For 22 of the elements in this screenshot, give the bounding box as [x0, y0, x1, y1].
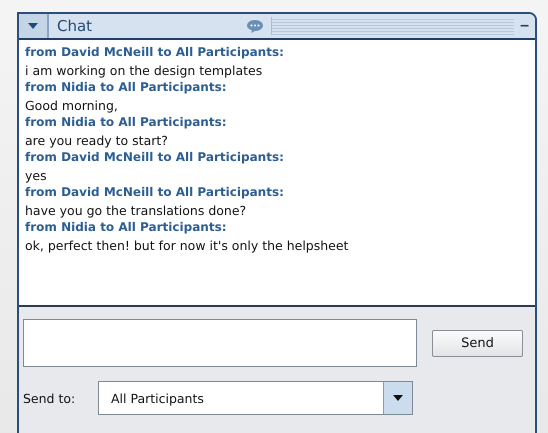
speech-bubble-icon	[247, 20, 263, 32]
message-sender: from Nidia to All Participants:	[25, 219, 228, 236]
collapse-button[interactable]	[19, 14, 49, 38]
message-text: yes	[25, 166, 48, 184]
send-to-label: Send to:	[23, 390, 76, 406]
message-text: have you go the translations done?	[25, 202, 248, 219]
send-button[interactable]: Send	[432, 330, 523, 356]
minimize-button[interactable]: –	[514, 18, 535, 34]
message-text: Good morning,	[25, 96, 119, 114]
message-text: are you ready to start?	[25, 132, 169, 149]
message-text: ok, perfect then! but for now it's only the helpsheet	[25, 236, 350, 254]
message-sender: from David McNeill to All Participants:	[25, 149, 285, 166]
message-sender: from David McNeill to All Participants:	[25, 44, 285, 61]
message-input-field[interactable]	[23, 319, 417, 367]
message-sender: from Nidia to All Participants:	[25, 114, 228, 131]
caret-icon	[28, 23, 38, 29]
panel-title: Chat	[57, 17, 94, 35]
message-sender: from David McNeill to All Participants:	[25, 184, 285, 201]
message-text: i am working on the design templates	[25, 62, 264, 79]
recipient-dropdown[interactable]: All Participants	[98, 381, 413, 415]
message-sender: from Nidia to All Participants:	[25, 79, 228, 96]
dropdown-arrow-icon	[393, 395, 403, 401]
